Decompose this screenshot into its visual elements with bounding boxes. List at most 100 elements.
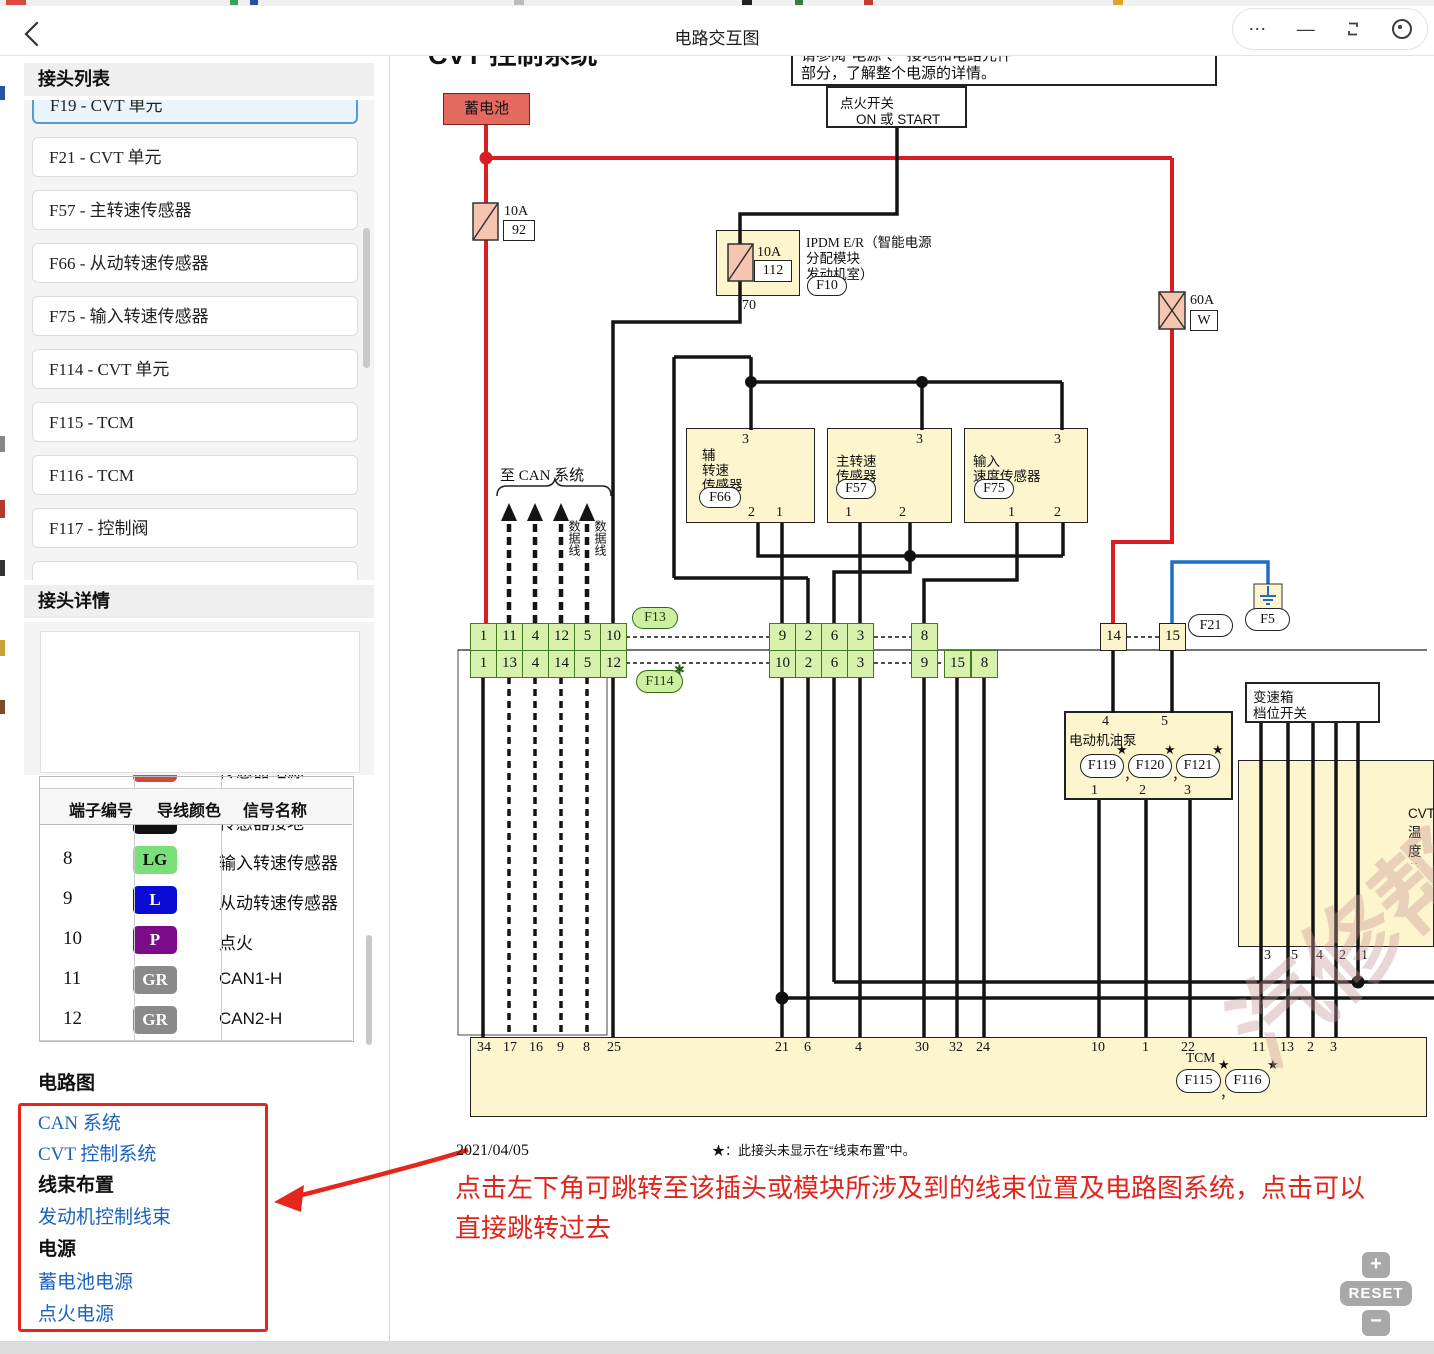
ground-symbol bbox=[1254, 584, 1282, 610]
connector-ref-f57[interactable]: F57 bbox=[836, 479, 876, 499]
connector-cell[interactable]: 12 bbox=[600, 650, 627, 678]
connector-ref-f21[interactable]: F21 bbox=[1188, 614, 1233, 637]
connector-cell[interactable]: 5 bbox=[574, 650, 601, 678]
app-window: 电路交互图 ⋯ — 接头列表 F19 - CVT 单元F21 - CVT 单元F… bbox=[0, 0, 1434, 1354]
connector-cell[interactable]: 14 bbox=[1100, 623, 1127, 651]
fuse-id-label: 92 bbox=[503, 220, 535, 241]
connector-cell[interactable]: 3 bbox=[847, 650, 874, 678]
connector-ref-f75[interactable]: F75 bbox=[974, 479, 1014, 499]
connector-cell[interactable]: 6 bbox=[821, 623, 848, 651]
pin-label: 16 bbox=[529, 1040, 543, 1056]
pin-label: 2 bbox=[899, 505, 906, 521]
zoom-reset-button[interactable]: RESET bbox=[1340, 1281, 1412, 1306]
connector-cell[interactable]: 8 bbox=[911, 623, 938, 651]
pin-label: 3 bbox=[742, 432, 749, 448]
star-mark: ★ bbox=[1164, 742, 1176, 758]
pin-label: 70 bbox=[742, 298, 756, 314]
connector-cell[interactable]: 12 bbox=[548, 623, 575, 651]
pin-label: 3 bbox=[1264, 948, 1271, 964]
pin-label: 5 bbox=[1291, 948, 1298, 964]
star-mark: ✱ bbox=[674, 662, 685, 678]
annotation-line2: 直接跳转过去 bbox=[455, 1208, 611, 1245]
edge-speck bbox=[742, 0, 752, 5]
minimize-icon[interactable]: — bbox=[1297, 20, 1315, 38]
connector-cell[interactable]: 2 bbox=[795, 650, 822, 678]
pin-label: 4 bbox=[1316, 948, 1323, 964]
pin-label: 1 bbox=[1008, 505, 1015, 521]
cvt-temp-label: CVT温度传感器 bbox=[1408, 804, 1434, 864]
pin-label: 21 bbox=[775, 1040, 789, 1056]
connector-cell[interactable]: 6 bbox=[821, 650, 848, 678]
pin-label: 8 bbox=[583, 1040, 590, 1056]
connector-cell[interactable]: 8 bbox=[971, 650, 998, 678]
pin-label: 11 bbox=[1252, 1040, 1265, 1056]
pin-label: 2 bbox=[748, 505, 755, 521]
connector-cell[interactable]: 1 bbox=[470, 650, 497, 678]
data-line-label-1: 数据线 bbox=[566, 520, 583, 556]
more-dots-icon[interactable]: ⋯ bbox=[1248, 20, 1266, 38]
connector-cell[interactable]: 13 bbox=[496, 650, 523, 678]
connector-ref-f13[interactable]: F13 bbox=[632, 607, 678, 629]
record-icon[interactable] bbox=[1392, 19, 1412, 39]
star-mark: ★ bbox=[1267, 1057, 1279, 1073]
zoom-in-button[interactable]: + bbox=[1362, 1252, 1390, 1278]
pin-label: 3 bbox=[916, 432, 923, 448]
edge-speck bbox=[0, 86, 5, 100]
pin-label: 6 bbox=[804, 1040, 811, 1056]
pin-label: 2 bbox=[1339, 948, 1346, 964]
connector-cell[interactable]: 4 bbox=[522, 623, 549, 651]
pin-label: 1 bbox=[776, 505, 783, 521]
connector-cell[interactable]: 15 bbox=[1159, 623, 1186, 651]
edge-speck bbox=[1113, 0, 1123, 5]
connector-cell[interactable]: 11 bbox=[496, 623, 523, 651]
cvt-temp-line: 温度 bbox=[1408, 823, 1434, 861]
restore-icon[interactable] bbox=[1345, 21, 1361, 37]
pin-label: 1 bbox=[1142, 1040, 1149, 1056]
connector-cell[interactable]: 14 bbox=[548, 650, 575, 678]
pin-label: 9 bbox=[557, 1040, 564, 1056]
fuse-id-label: 112 bbox=[754, 260, 792, 282]
star-mark: ★ bbox=[1212, 742, 1224, 758]
connector-ref-f10[interactable]: F10 bbox=[807, 276, 847, 296]
edge-speck bbox=[514, 0, 524, 5]
window-capsule: ⋯ — bbox=[1232, 8, 1428, 50]
connector-ref-f115[interactable]: F115 bbox=[1176, 1069, 1221, 1093]
edge-speck bbox=[0, 436, 5, 452]
pin-label: 1 bbox=[1361, 948, 1368, 964]
connector-cell[interactable]: 3 bbox=[847, 623, 874, 651]
connector-ref-f66[interactable]: F66 bbox=[699, 487, 741, 508]
pin-label: 24 bbox=[976, 1040, 990, 1056]
pin-label: 30 bbox=[915, 1040, 929, 1056]
connector-cell[interactable]: 15 bbox=[944, 650, 971, 678]
edge-speck bbox=[0, 700, 5, 714]
connector-cell[interactable]: 2 bbox=[795, 623, 822, 651]
pin-label: 13 bbox=[1280, 1040, 1294, 1056]
data-line-label-2: 数据线 bbox=[592, 520, 609, 556]
connector-ref-f5[interactable]: F5 bbox=[1245, 608, 1290, 631]
pin-label: 2 bbox=[1307, 1040, 1314, 1056]
star-mark: ★ bbox=[1218, 1057, 1230, 1073]
connector-cell[interactable]: 4 bbox=[522, 650, 549, 678]
connector-cell[interactable]: 1 bbox=[470, 623, 497, 651]
connector-cell[interactable]: 9 bbox=[911, 650, 938, 678]
edge-speck bbox=[250, 0, 258, 5]
pin-label: 2 bbox=[1054, 505, 1061, 521]
pin-label: 25 bbox=[607, 1040, 621, 1056]
cvt-temp-line: CVT bbox=[1408, 804, 1434, 823]
pin-label: 1 bbox=[1091, 783, 1098, 799]
pin-label: 5 bbox=[1161, 714, 1168, 730]
diagram-date: 2021/04/05 bbox=[456, 1142, 529, 1160]
connector-cell[interactable]: 9 bbox=[769, 623, 796, 651]
edge-speck bbox=[795, 0, 803, 5]
connector-ref-f116[interactable]: F116 bbox=[1225, 1069, 1270, 1093]
edge-speck bbox=[0, 560, 5, 576]
edge-speck bbox=[0, 640, 5, 656]
connector-cell[interactable]: 5 bbox=[574, 623, 601, 651]
connector-cell[interactable]: 10 bbox=[769, 650, 796, 678]
pin-label: 3 bbox=[1184, 783, 1191, 799]
top-bar: 电路交互图 bbox=[0, 6, 1434, 56]
pin-label: 10A bbox=[504, 204, 528, 220]
connector-cell[interactable]: 10 bbox=[600, 623, 627, 651]
zoom-out-button[interactable]: − bbox=[1362, 1310, 1390, 1336]
pin-label: 4 bbox=[1102, 714, 1109, 730]
